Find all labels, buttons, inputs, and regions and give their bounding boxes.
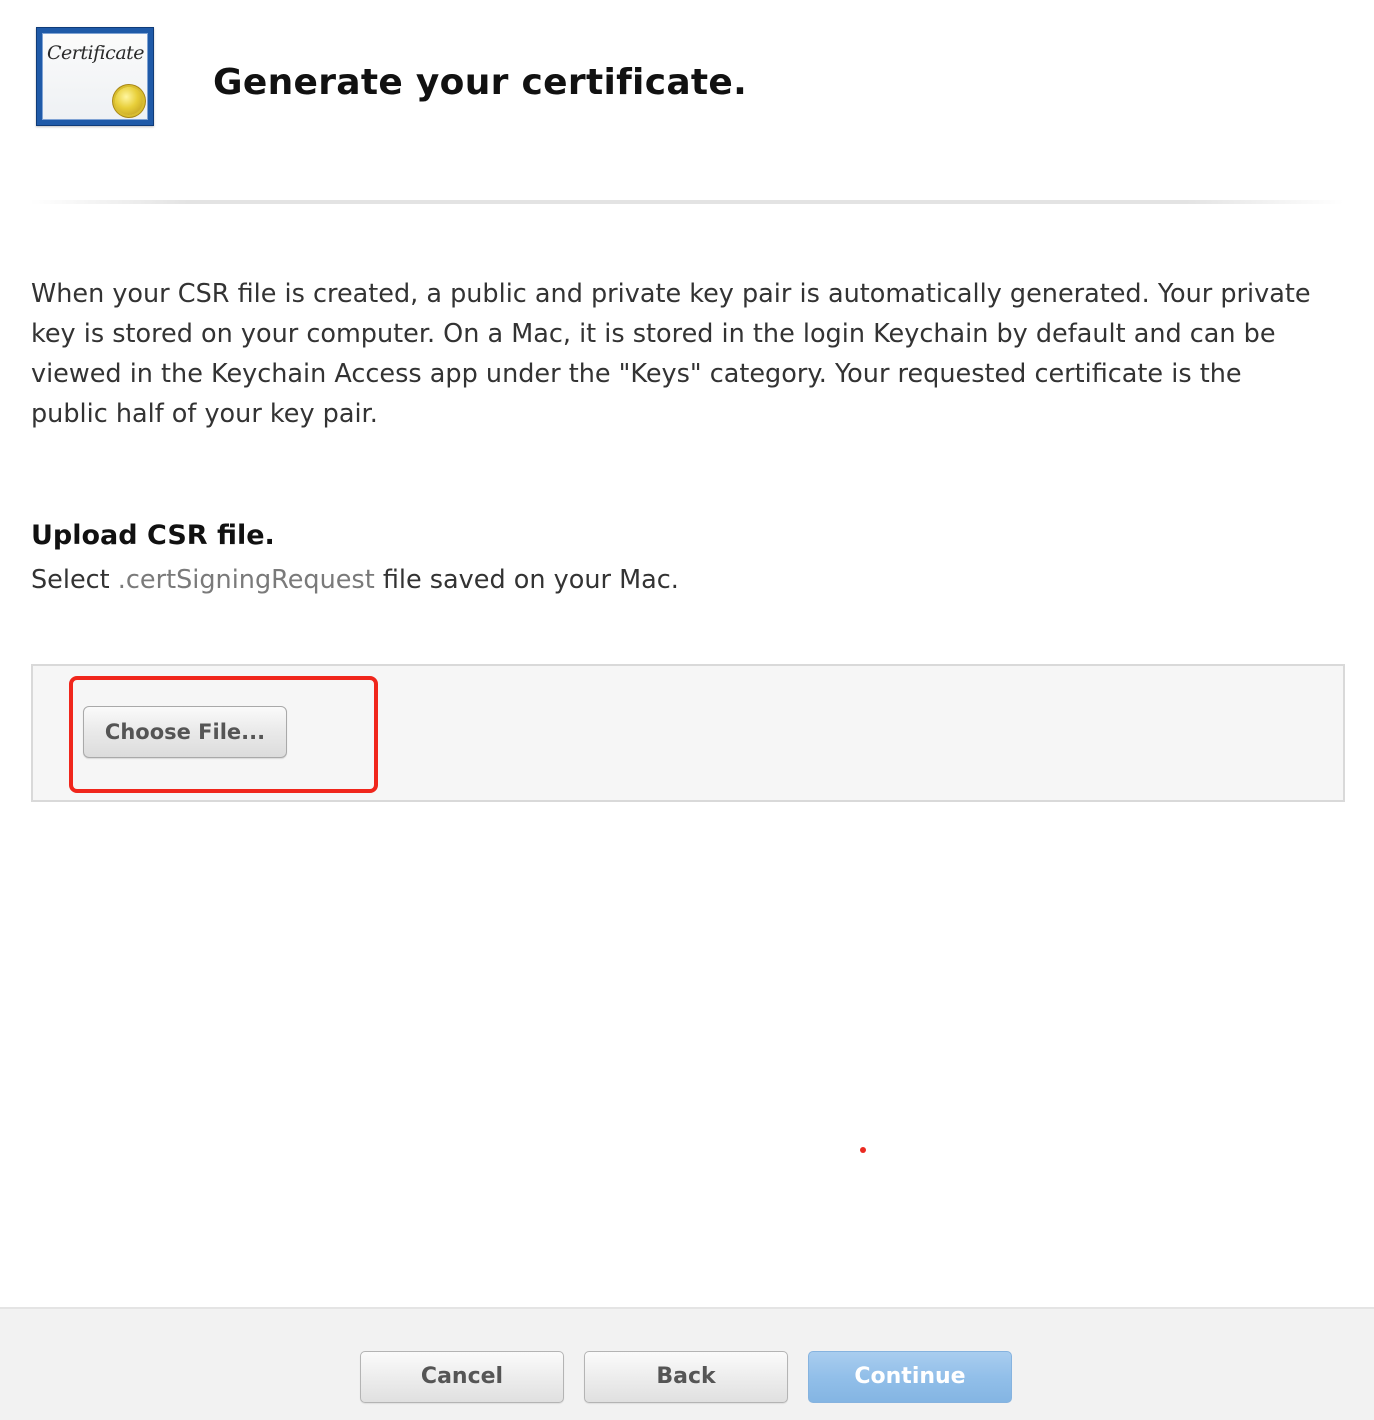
description-text: When your CSR file is created, a public … (31, 279, 1311, 429)
red-dot-marker (860, 1147, 866, 1153)
file-extension: .certSigningRequest (117, 565, 375, 595)
cancel-button[interactable]: Cancel (360, 1351, 564, 1403)
certificate-icon: Certificate (36, 27, 154, 126)
header-divider (30, 200, 1344, 204)
certificate-script-text: Certificate (47, 42, 145, 64)
upload-instructions-prefix: Select (31, 565, 110, 595)
choose-file-button[interactable]: Choose File... (83, 706, 287, 758)
footer-bar: Cancel Back Continue (0, 1307, 1374, 1420)
upload-instructions-suffix: file saved on your Mac. (382, 565, 679, 595)
header: Certificate Generate your certificate. (0, 0, 1374, 205)
back-button[interactable]: Back (584, 1351, 788, 1403)
upload-heading: Upload CSR file. (31, 520, 275, 551)
continue-button[interactable]: Continue (808, 1351, 1012, 1403)
upload-instructions: Select .certSigningRequest file saved on… (31, 565, 679, 595)
seal-icon (115, 87, 143, 115)
certificate-paper: Certificate (42, 33, 148, 120)
page-title: Generate your certificate. (213, 62, 748, 103)
